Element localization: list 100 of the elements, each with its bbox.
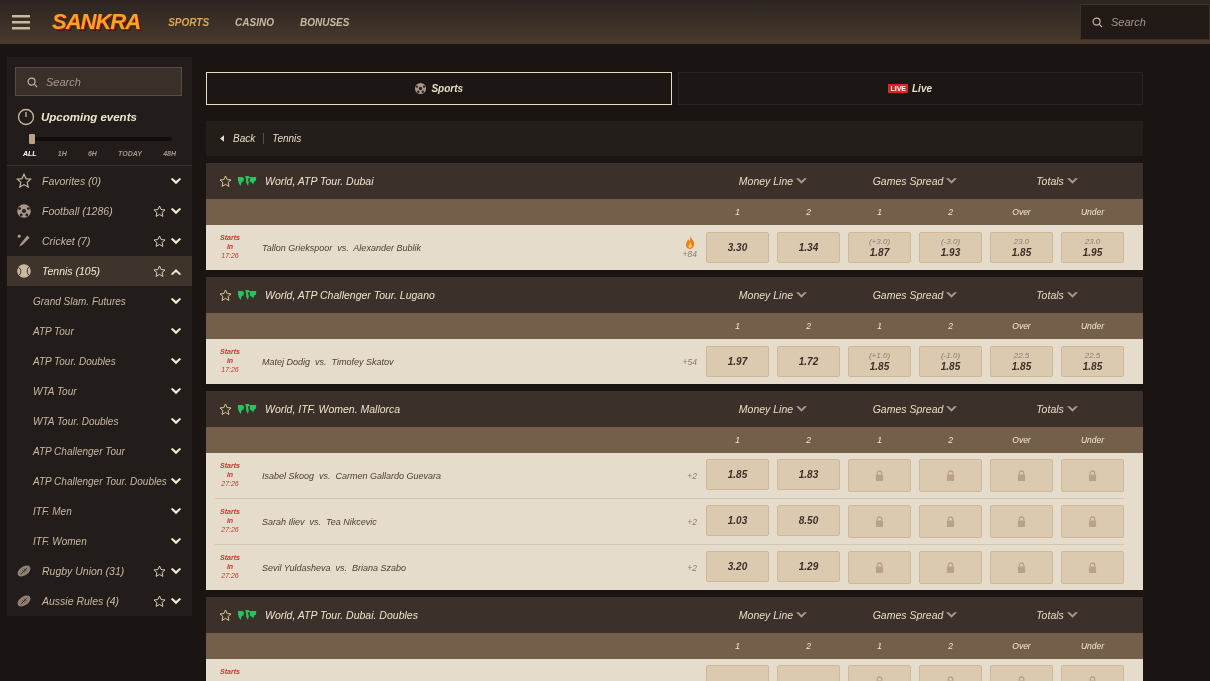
league-item[interactable]: ITF. Men: [7, 496, 192, 526]
odds-button[interactable]: 3.30: [706, 232, 769, 263]
sport-item[interactable]: Aussie Rules (4): [7, 586, 192, 616]
chevron-down-icon[interactable]: [170, 477, 182, 485]
league-title: World, ATP Challenger Tour. Lugano: [265, 289, 435, 301]
chevron-down-icon[interactable]: [170, 447, 182, 455]
chevron-down-icon[interactable]: [170, 327, 182, 335]
odds-button[interactable]: 1.34: [777, 232, 840, 263]
league-item[interactable]: WTA Tour. Doubles: [7, 406, 192, 436]
chevron-down-icon[interactable]: [170, 567, 182, 575]
chevron-down-icon[interactable]: [170, 237, 182, 245]
market-dropdown[interactable]: Totals: [990, 289, 1124, 301]
star-icon[interactable]: [219, 174, 232, 188]
market-dropdown[interactable]: Money Line: [706, 289, 840, 301]
odds-button[interactable]: 1.29: [777, 551, 840, 582]
chevron-up-icon[interactable]: [170, 267, 182, 275]
star-icon[interactable]: [219, 402, 232, 416]
sport-label: Tennis (105): [42, 265, 101, 277]
league-item[interactable]: WTA Tour: [7, 376, 192, 406]
odds-button[interactable]: 1.72: [777, 346, 840, 377]
chevron-down-icon[interactable]: [170, 207, 182, 215]
search-field[interactable]: Search: [15, 67, 182, 96]
column-header: 1: [734, 207, 741, 217]
chevron-down-icon[interactable]: [170, 297, 182, 305]
caret-left-icon: [220, 135, 224, 142]
match-name[interactable]: Sevil Yuldasheva vs. Briana Szabo: [262, 562, 407, 573]
odds-button[interactable]: (+3.0) 1.87: [848, 232, 911, 263]
league-item[interactable]: Grand Slam. Futures: [7, 286, 192, 316]
market-dropdown[interactable]: Games Spread: [848, 175, 982, 187]
soccer-ball-icon: [16, 203, 32, 219]
nav-link[interactable]: CASINO: [235, 16, 274, 28]
breadcrumb-current: Tennis: [272, 133, 302, 144]
menu-icon[interactable]: [12, 14, 30, 30]
odds-button[interactable]: 1.85: [706, 459, 769, 490]
star-icon[interactable]: [153, 594, 166, 608]
clock-icon: [17, 108, 35, 126]
star-icon[interactable]: [153, 564, 166, 578]
sport-item[interactable]: Cricket (7): [7, 226, 192, 256]
chevron-down-icon[interactable]: [170, 357, 182, 365]
star-icon[interactable]: [153, 234, 166, 248]
odds-button[interactable]: 1.83: [777, 459, 840, 490]
star-icon[interactable]: [153, 204, 166, 218]
chevron-down-icon[interactable]: [170, 417, 182, 425]
market-dropdown[interactable]: Totals: [990, 609, 1124, 621]
league-item[interactable]: ATP Tour. Doubles: [7, 346, 192, 376]
sport-item[interactable]: Football (1286): [7, 196, 192, 226]
slider-thumb[interactable]: [29, 134, 35, 144]
odds-button[interactable]: 22.5 1.85: [990, 346, 1053, 377]
market-dropdown[interactable]: Games Spread: [848, 289, 982, 301]
tab-label: Live: [912, 83, 933, 94]
odds-button[interactable]: (-1.0) 1.85: [919, 346, 982, 377]
chevron-down-icon[interactable]: [170, 537, 182, 545]
odds-button[interactable]: 1.03: [706, 505, 769, 536]
market-dropdown[interactable]: Money Line: [706, 175, 840, 187]
sport-label: Rugby Union (31): [42, 565, 126, 577]
league-item[interactable]: ATP Challenger Tour: [7, 436, 192, 466]
match-name[interactable]: Tallon Griekspoor vs. Alexander Bublik: [262, 242, 421, 253]
logo[interactable]: SANKRA: [52, 9, 141, 35]
sport-item[interactable]: Tennis (105): [7, 256, 192, 286]
nav-link[interactable]: SPORTS: [168, 16, 210, 28]
column-header: 2: [805, 321, 812, 331]
match-name[interactable]: Isabel Skoog vs. Carmen Gallardo Guevara: [262, 470, 442, 481]
league-item[interactable]: ITF. Women: [7, 526, 192, 556]
odds-button[interactable]: 1.97: [706, 346, 769, 377]
tennis-ball-icon: [16, 263, 32, 279]
market-dropdown[interactable]: Totals: [990, 175, 1124, 187]
column-header: Under: [1079, 321, 1106, 331]
sport-label: Football (1286): [42, 205, 114, 217]
odds-button[interactable]: 23.0 1.95: [1061, 232, 1124, 263]
column-header: 2: [805, 207, 812, 217]
league-title: World, ATP Tour. Dubai. Doubles: [265, 609, 418, 621]
chevron-down-icon[interactable]: [170, 387, 182, 395]
odds-button[interactable]: 22.5 1.85: [1061, 346, 1124, 377]
odds-button[interactable]: 3.20: [706, 551, 769, 582]
league-item[interactable]: ATP Challenger Tour. Doubles: [7, 466, 192, 496]
back-link[interactable]: Back: [220, 133, 265, 144]
market-dropdown[interactable]: Games Spread: [848, 403, 982, 415]
market-dropdown[interactable]: Money Line: [706, 403, 840, 415]
search-field[interactable]: Search: [1080, 4, 1210, 40]
star-icon[interactable]: [219, 288, 232, 302]
league-item[interactable]: ATP Tour: [7, 316, 192, 346]
star-icon[interactable]: [219, 608, 232, 622]
column-header: 2: [947, 321, 954, 331]
star-icon[interactable]: [153, 264, 166, 278]
chevron-down-icon[interactable]: [170, 597, 182, 605]
odds-button[interactable]: 8.50: [777, 505, 840, 536]
match-name[interactable]: Sarah Iliev vs. Tea Nikcevic: [262, 516, 377, 527]
sport-item[interactable]: Favorites (0): [7, 166, 192, 196]
market-dropdown[interactable]: Money Line: [706, 609, 840, 621]
tab[interactable]: Sports: [206, 72, 672, 105]
match-name[interactable]: Matej Dodig vs. Timofey Skatov: [262, 356, 394, 367]
nav-link[interactable]: BONUSES: [299, 16, 350, 28]
market-dropdown[interactable]: Games Spread: [848, 609, 982, 621]
sport-item[interactable]: Rugby Union (31): [7, 556, 192, 586]
odds-button[interactable]: (+1.0) 1.85: [848, 346, 911, 377]
world-map-icon: [237, 402, 257, 416]
odds-button[interactable]: 23.0 1.85: [990, 232, 1053, 263]
market-dropdown[interactable]: Totals: [990, 403, 1124, 415]
chevron-down-icon[interactable]: [170, 177, 182, 185]
chevron-down-icon[interactable]: [170, 507, 182, 515]
